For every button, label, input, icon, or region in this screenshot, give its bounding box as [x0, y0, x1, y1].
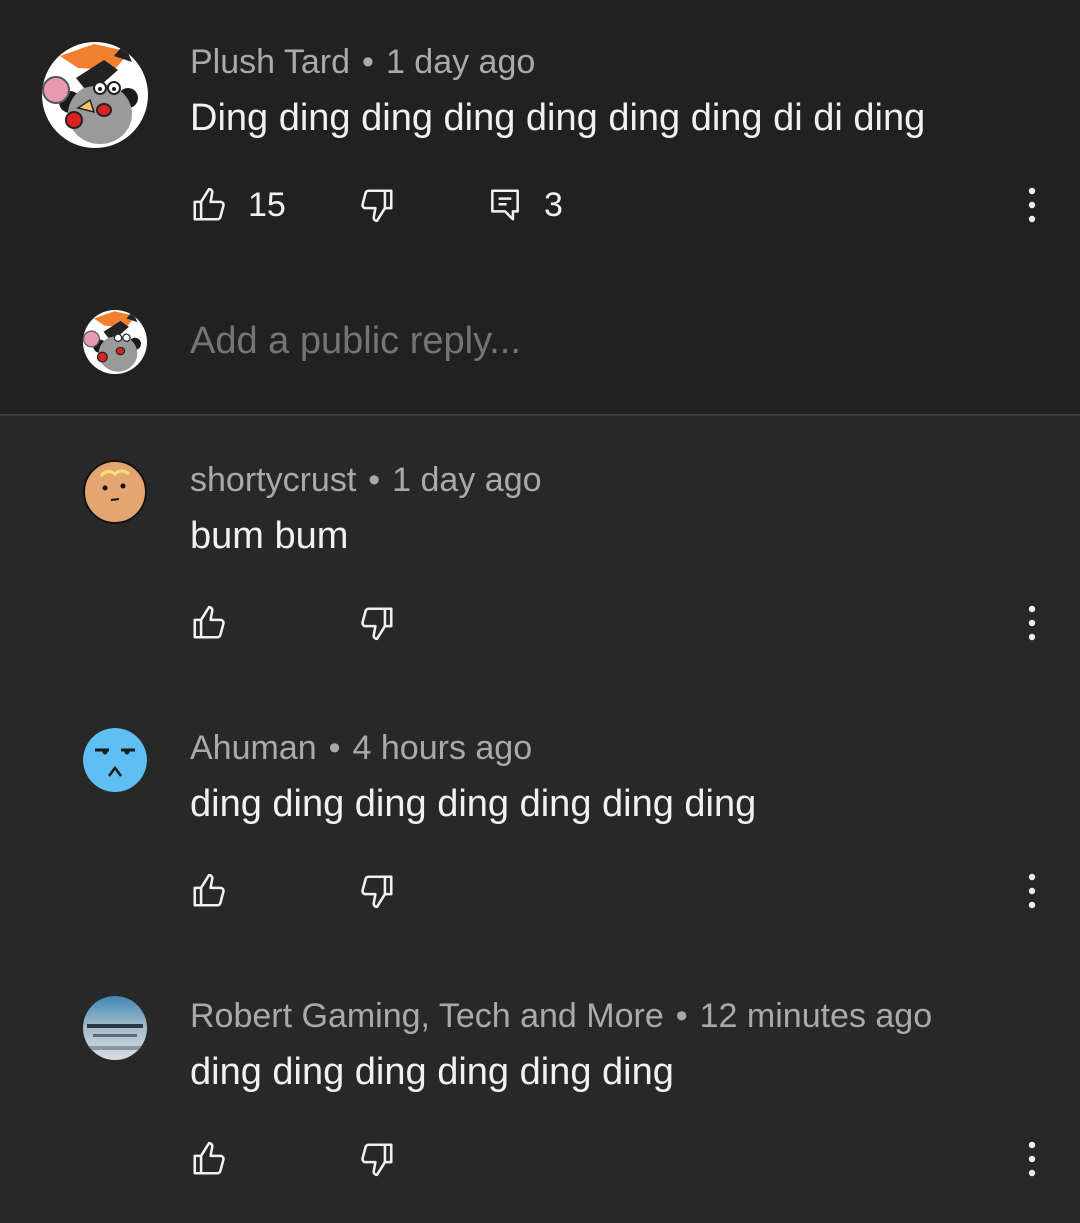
avatar[interactable] [42, 42, 148, 148]
dislike-button[interactable] [358, 1134, 396, 1184]
blue-face-avatar-icon [83, 728, 147, 792]
vertical-dots-icon [1028, 605, 1036, 641]
like-button[interactable] [190, 1134, 228, 1184]
dislike-button[interactable] [358, 866, 396, 916]
thumbs-down-icon [361, 1143, 393, 1177]
plush-mouse-avatar-icon [83, 310, 147, 374]
author-name[interactable]: Plush Tard [190, 43, 350, 81]
vertical-dots-icon [1028, 873, 1036, 909]
blurred-photo-avatar-icon [83, 996, 147, 1060]
avatar[interactable] [83, 460, 147, 524]
reply-button[interactable]: 3 [486, 180, 563, 230]
plush-mouse-avatar-icon [42, 42, 148, 148]
like-button[interactable]: 15 [190, 180, 286, 230]
dislike-button[interactable] [358, 180, 396, 230]
author-name[interactable]: Ahuman [190, 729, 317, 767]
avatar[interactable] [83, 728, 147, 792]
dislike-button[interactable] [358, 598, 396, 648]
reply-count: 3 [544, 185, 563, 224]
more-options-button[interactable] [1012, 866, 1052, 916]
thumbs-down-icon [361, 607, 393, 641]
like-button[interactable] [190, 866, 228, 916]
meta-separator: • [328, 729, 341, 767]
more-options-button[interactable] [1012, 1134, 1052, 1184]
thumbs-up-icon [193, 873, 225, 907]
author-name[interactable]: shortycrust [190, 461, 356, 499]
meta-separator: • [368, 461, 381, 499]
timestamp[interactable]: 1 day ago [386, 43, 535, 81]
comment-actions [0, 1134, 1080, 1184]
face-avatar-icon [83, 460, 147, 524]
current-user-avatar [83, 310, 147, 374]
meta-separator: • [675, 997, 688, 1035]
comments-screen: Plush Tard • 1 day ago Ding ding ding ding… [0, 0, 1080, 1223]
meta-separator: • [362, 43, 374, 81]
comment-text: ding ding ding ding ding ding ding [190, 783, 757, 825]
like-count: 15 [248, 185, 286, 224]
author-name[interactable]: Robert Gaming, Tech and More [190, 997, 664, 1035]
thumbs-up-icon [193, 187, 225, 221]
avatar[interactable] [83, 996, 147, 1060]
comment-actions [0, 598, 1080, 648]
vertical-dots-icon [1028, 187, 1036, 223]
thumbs-down-icon [361, 875, 393, 909]
comment-actions: 15 3 [0, 180, 1080, 230]
more-options-button[interactable] [1012, 180, 1052, 230]
like-button[interactable] [190, 598, 228, 648]
comment-text: ding ding ding ding ding ding [190, 1051, 674, 1093]
comment-text: bum bum [190, 515, 349, 557]
more-options-button[interactable] [1012, 598, 1052, 648]
comment-text: Ding ding ding ding ding ding ding di di… [190, 97, 926, 139]
comment-meta: Robert Gaming, Tech and More • 12 minutes … [190, 996, 932, 1036]
comment-meta: Ahuman • 4 hours ago [190, 728, 532, 768]
vertical-dots-icon [1028, 1141, 1036, 1177]
timestamp[interactable]: 12 minutes ago [700, 997, 933, 1035]
comment-actions [0, 866, 1080, 916]
comment-meta: Plush Tard • 1 day ago [190, 42, 535, 82]
timestamp[interactable]: 4 hours ago [353, 729, 533, 767]
comment-icon [491, 189, 519, 221]
divider [0, 414, 1080, 416]
timestamp[interactable]: 1 day ago [392, 461, 541, 499]
thumbs-up-icon [193, 1141, 225, 1175]
comment-meta: shortycrust • 1 day ago [190, 460, 542, 500]
reply-row [0, 308, 1080, 378]
reply-input[interactable] [190, 320, 970, 363]
thumbs-down-icon [361, 189, 393, 223]
thumbs-up-icon [193, 605, 225, 639]
